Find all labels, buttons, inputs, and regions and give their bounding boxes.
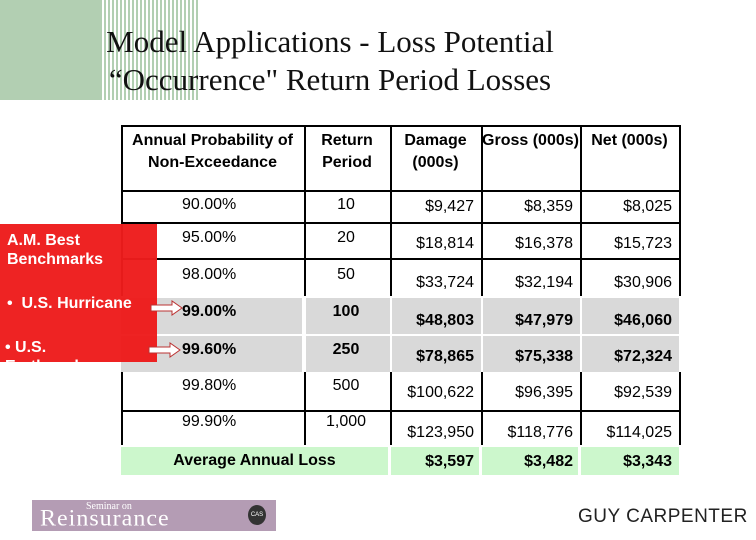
callout-bullet-text: U.S. Earthquake — [5, 339, 92, 362]
probability-cell: 99.00% — [182, 303, 237, 320]
table-divider — [679, 372, 681, 445]
damage-cell: $100,622 — [407, 384, 474, 401]
probability-cell: 95.00% — [182, 229, 237, 246]
probability-cell: 98.00% — [182, 266, 237, 283]
return-period-cell: 20 — [337, 229, 355, 246]
title-line-2: “Occurrence" Return Period Losses — [108, 62, 552, 97]
net-cell: $114,025 — [606, 424, 672, 441]
net-cell: $46,060 — [614, 312, 672, 329]
seminar-logo: Seminar on Reinsurance CAS — [32, 500, 276, 531]
logo-big-text: Reinsurance — [40, 506, 170, 532]
table-divider — [390, 372, 392, 445]
probability-cell: 90.00% — [182, 196, 237, 213]
benchmark-callout: A.M. Best Benchmarks • U.S. Hurricane • … — [0, 224, 157, 362]
callout-heading: A.M. Best Benchmarks — [7, 232, 104, 268]
net-cell: $72,324 — [614, 348, 672, 365]
callout-bullet: • U.S. Earthquake — [5, 338, 115, 362]
gross-cell: $8,359 — [524, 198, 573, 215]
damage-cell: $33,724 — [416, 274, 474, 291]
probability-cell: 99.90% — [182, 413, 237, 430]
column-header: Net (000s) — [591, 132, 668, 149]
return-period-cell: 50 — [337, 266, 355, 283]
table-divider — [121, 190, 681, 192]
callout-bullet-text: U.S. Hurricane — [21, 295, 132, 312]
table-divider — [121, 410, 681, 412]
table-divider — [580, 372, 582, 445]
table-divider — [121, 222, 681, 224]
callout-bullet: • U.S. Hurricane — [7, 295, 132, 312]
damage-cell: $78,865 — [416, 348, 474, 365]
gross-cell: $96,395 — [515, 384, 573, 401]
table-divider — [481, 372, 483, 445]
table-border — [121, 125, 681, 127]
arrow-right-icon — [148, 342, 181, 358]
column-header: Return Period — [321, 132, 373, 171]
net-cell: $15,723 — [614, 235, 672, 252]
return-period-cell: 1,000 — [325, 413, 367, 430]
return-period-cell: 10 — [337, 196, 355, 213]
damage-cell: $123,950 — [407, 424, 474, 441]
damage-cell: $18,814 — [416, 235, 474, 252]
damage-cell: $48,803 — [416, 312, 474, 329]
net-cell: $8,025 — [623, 198, 672, 215]
column-header: Gross (000s) — [482, 132, 579, 149]
probability-cell: 99.60% — [182, 341, 237, 358]
average-label: Average Annual Loss — [173, 452, 336, 469]
table-divider — [121, 372, 123, 445]
net-cell: $30,906 — [614, 274, 672, 291]
column-header: Damage (000s) — [404, 132, 467, 171]
slide: Model Applications - Loss Potential “Occ… — [0, 0, 756, 540]
damage-cell: $9,427 — [425, 198, 474, 215]
cas-seal-icon: CAS — [248, 505, 266, 525]
return-period-cell: 500 — [332, 377, 360, 394]
return-period-cell: 250 — [332, 341, 360, 358]
table-divider — [679, 125, 681, 296]
gross-cell: $47,979 — [515, 312, 573, 329]
brand-logo: GUY CARPENTER — [578, 506, 748, 527]
probability-cell: 99.80% — [182, 377, 237, 394]
gross-cell: $32,194 — [515, 274, 573, 291]
average-damage: $3,597 — [425, 453, 474, 470]
arrow-right-icon — [150, 300, 183, 316]
gross-cell: $118,776 — [507, 424, 573, 441]
average-net: $3,343 — [623, 453, 672, 470]
gross-cell: $16,378 — [515, 235, 573, 252]
title-line-1: Model Applications - Loss Potential — [106, 24, 554, 59]
return-period-cell: 100 — [332, 303, 360, 320]
table-divider — [121, 258, 681, 260]
net-cell: $92,539 — [614, 384, 672, 401]
column-header: Annual Probability of Non-Exceedance — [132, 132, 293, 171]
gross-cell: $75,338 — [515, 348, 573, 365]
average-gross: $3,482 — [524, 453, 573, 470]
